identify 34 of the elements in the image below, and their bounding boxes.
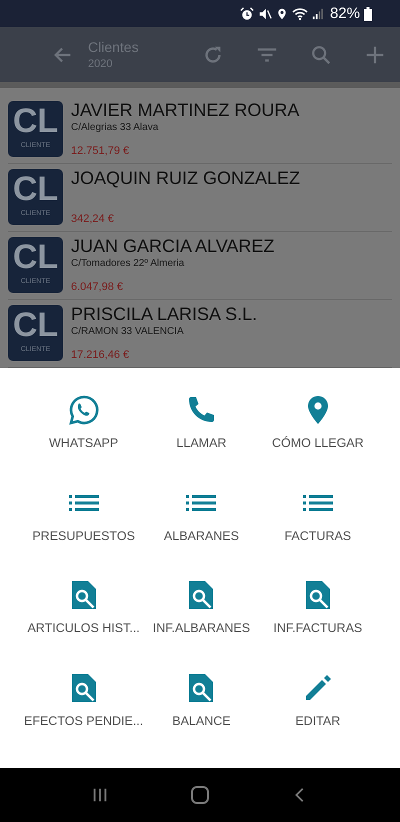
- client-name: JUAN GARCIA ALVAREZ: [71, 235, 274, 257]
- client-name: PRISCILA LARISA S.L.: [71, 303, 258, 325]
- alarm-icon: [240, 6, 254, 20]
- action-button[interactable]: EDITAR: [260, 662, 376, 754]
- action-button[interactable]: ALBARANES: [143, 476, 260, 569]
- battery-percentage: 82%: [330, 5, 360, 22]
- recent-apps-icon[interactable]: [90, 786, 109, 804]
- client-balance: 6.047,98 €: [71, 281, 124, 293]
- action-button[interactable]: WHATSAPP: [24, 384, 144, 476]
- search-icon[interactable]: [310, 44, 332, 66]
- action-button[interactable]: FACTURAS: [260, 476, 376, 569]
- client-balance: 342,24 €: [71, 213, 115, 225]
- action-button[interactable]: CÓMO LLEGAR: [260, 384, 376, 476]
- mute-icon: [258, 6, 272, 20]
- chat-phone-icon: [68, 394, 100, 426]
- client-name: JOAQUIN RUIZ GONZALEZ: [71, 167, 300, 189]
- action-button[interactable]: INF.FACTURAS: [260, 569, 376, 662]
- battery-icon: [364, 6, 372, 20]
- client-address: C/RAMON 33 VALENCIA: [71, 325, 185, 339]
- location-icon: [276, 6, 288, 20]
- client-balance: 17.216,46 €: [71, 349, 130, 361]
- signal-icon: [312, 6, 324, 20]
- action-button[interactable]: EFECTOS PENDIE...: [24, 662, 144, 754]
- client-address: C/Alegrias 33 Alava: [71, 121, 160, 135]
- client-address: C/Tomadores 22º Almeria: [71, 257, 186, 271]
- action-button[interactable]: LLAMAR: [143, 384, 260, 476]
- action-button[interactable]: INF.ALBARANES: [143, 569, 260, 662]
- client-balance: 12.751,79 €: [71, 145, 130, 157]
- client-name: JAVIER MARTINEZ ROURA: [71, 99, 300, 121]
- action-button[interactable]: ARTICULOS HIST...: [24, 569, 144, 662]
- action-button[interactable]: PRESUPUESTOS: [24, 476, 144, 569]
- wifi-icon: [292, 6, 308, 20]
- action-button[interactable]: BALANCE: [143, 662, 260, 754]
- home-icon[interactable]: [190, 785, 210, 805]
